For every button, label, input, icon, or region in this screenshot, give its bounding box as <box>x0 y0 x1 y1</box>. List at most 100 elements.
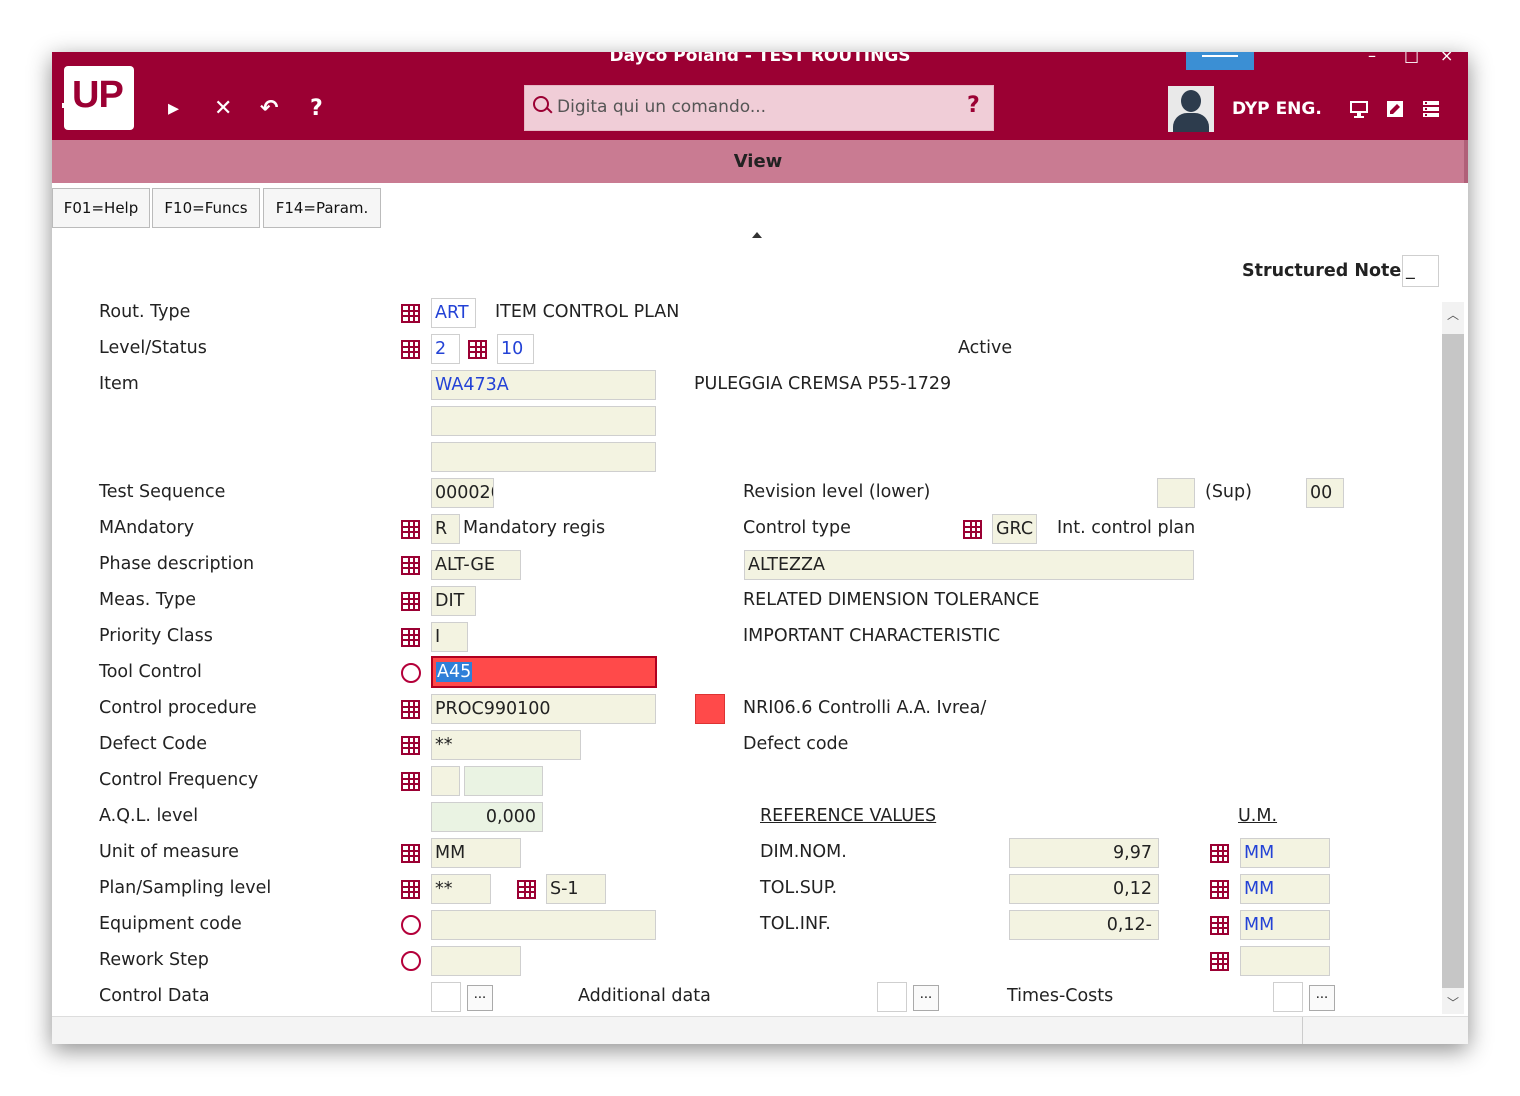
scroll-up-icon[interactable]: ︿ <box>1447 306 1459 323</box>
status-bar-divider <box>1302 1017 1303 1044</box>
lookup-grid-icon[interactable] <box>401 628 420 647</box>
control-frequency-field-2[interactable] <box>464 766 543 796</box>
phase-code-field[interactable]: ALT-GE <box>431 550 521 580</box>
times-costs-field[interactable] <box>1273 982 1303 1012</box>
lookup-circle-icon[interactable] <box>401 915 421 935</box>
tol-sup-um-field[interactable]: MM <box>1240 874 1330 904</box>
test-sequence-field[interactable]: 000020 <box>431 478 494 508</box>
f01-help-button[interactable]: F01=Help <box>52 188 150 228</box>
lookup-grid-icon[interactable] <box>1210 952 1229 971</box>
times-costs-more-button[interactable]: ... <box>1309 985 1335 1011</box>
avatar-head <box>1181 90 1201 112</box>
cancel-icon[interactable]: ✕ <box>214 96 232 121</box>
help-icon[interactable]: ? <box>310 96 323 121</box>
lookup-grid-icon[interactable] <box>401 772 420 791</box>
lookup-grid-icon[interactable] <box>401 304 420 323</box>
tol-inf-field[interactable]: 0,12- <box>1009 910 1159 940</box>
scrollbar-thumb[interactable] <box>1442 334 1464 988</box>
control-data-field[interactable] <box>431 982 461 1012</box>
maximize-button[interactable]: □ <box>1404 52 1419 65</box>
mandatory-desc: Mandatory regis <box>463 518 606 538</box>
dim-nom-field[interactable]: 9,97 <box>1009 838 1159 868</box>
unit-of-measure-label: Unit of measure <box>99 842 239 862</box>
lookup-grid-icon[interactable] <box>401 592 420 611</box>
priority-field[interactable]: I <box>431 622 468 652</box>
meas-type-field[interactable]: DIT <box>431 586 476 616</box>
lookup-grid-icon[interactable] <box>1210 916 1229 935</box>
rout-type-label: Rout. Type <box>99 302 191 322</box>
lookup-grid-icon[interactable] <box>401 700 420 719</box>
sampling-level-field[interactable]: S-1 <box>546 874 606 904</box>
tool-control-field[interactable]: A45 <box>431 656 657 688</box>
unit-of-measure-field[interactable]: MM <box>431 838 521 868</box>
mandatory-field[interactable]: R <box>431 514 460 544</box>
monitor-icon[interactable] <box>1350 100 1368 118</box>
phase-desc-field[interactable]: ALTEZZA <box>744 550 1194 580</box>
defect-code-label: Defect Code <box>99 734 208 754</box>
search-help-icon[interactable]: ? <box>967 93 980 118</box>
lookup-grid-icon[interactable] <box>1210 844 1229 863</box>
aql-label: A.Q.L. level <box>99 806 199 826</box>
item-field[interactable]: WA473A <box>431 370 656 400</box>
item-extra-field-1[interactable] <box>431 406 656 436</box>
menu-list-icon[interactable] <box>1422 100 1440 118</box>
item-extra-field-2[interactable] <box>431 442 656 472</box>
lookup-grid-icon[interactable] <box>401 844 420 863</box>
lookup-grid-icon[interactable] <box>401 520 420 539</box>
command-search-box[interactable]: Digita qui un comando... ? <box>524 85 994 131</box>
status-field[interactable]: 10 <box>497 334 534 364</box>
edit-icon[interactable] <box>1386 100 1404 118</box>
status-desc: Active <box>958 338 1013 358</box>
defect-code-field[interactable]: ** <box>431 730 581 760</box>
minimize-button[interactable]: – <box>1368 52 1376 65</box>
tol-sup-field[interactable]: 0,12 <box>1009 874 1159 904</box>
lookup-grid-icon[interactable] <box>401 340 420 359</box>
logo-dot <box>62 103 67 108</box>
close-window-button[interactable]: × <box>1440 52 1453 65</box>
rout-type-field[interactable]: ART <box>431 298 476 328</box>
f14-param-button[interactable]: F14=Param. <box>263 188 381 228</box>
avatar[interactable] <box>1168 86 1214 132</box>
priority-desc: IMPORTANT CHARACTERISTIC <box>743 626 1001 646</box>
control-frequency-field-1[interactable] <box>431 766 460 796</box>
additional-data-more-button[interactable]: ... <box>913 985 939 1011</box>
run-icon[interactable]: ▸ <box>168 96 179 121</box>
lookup-grid-icon[interactable] <box>1210 880 1229 899</box>
lookup-grid-icon[interactable] <box>401 556 420 575</box>
priority-label: Priority Class <box>99 626 213 646</box>
collapse-up-icon[interactable] <box>752 232 762 238</box>
search-input[interactable]: Digita qui un comando... <box>557 97 766 117</box>
f10-funcs-button[interactable]: F10=Funcs <box>152 188 260 228</box>
title-accent-line <box>1202 55 1238 57</box>
aql-field[interactable]: 0,000 <box>431 802 543 832</box>
dim-nom-um-field[interactable]: MM <box>1240 838 1330 868</box>
vertical-scrollbar[interactable]: ︿ ﹀ <box>1442 302 1464 1014</box>
meas-type-label: Meas. Type <box>99 590 197 610</box>
plan-field[interactable]: ** <box>431 874 491 904</box>
structured-notes-field[interactable]: _ <box>1402 255 1439 287</box>
lookup-grid-icon[interactable] <box>963 520 982 539</box>
control-data-more-button[interactable]: ... <box>467 985 493 1011</box>
item-desc: PULEGGIA CREMSA P55-1729 <box>694 374 952 394</box>
lookup-grid-icon[interactable] <box>517 880 536 899</box>
control-procedure-field[interactable]: PROC990100 <box>431 694 656 724</box>
revision-lower-field[interactable] <box>1157 478 1195 508</box>
extra-um-field[interactable] <box>1240 946 1330 976</box>
lookup-circle-icon[interactable] <box>401 663 421 683</box>
meas-type-desc: RELATED DIMENSION TOLERANCE <box>743 590 1040 610</box>
scroll-down-icon[interactable]: ﹀ <box>1447 994 1459 1011</box>
tol-inf-um-field[interactable]: MM <box>1240 910 1330 940</box>
equipment-code-field[interactable] <box>431 910 656 940</box>
lookup-grid-icon[interactable] <box>401 880 420 899</box>
lookup-grid-icon[interactable] <box>401 736 420 755</box>
lookup-circle-icon[interactable] <box>401 951 421 971</box>
undo-icon[interactable]: ↶ <box>260 96 278 121</box>
level-field[interactable]: 2 <box>431 334 460 364</box>
lookup-grid-icon[interactable] <box>468 340 487 359</box>
tol-sup-label: TOL.SUP. <box>760 878 838 898</box>
user-name[interactable]: DYP ENG. <box>1232 99 1322 119</box>
revision-sup-field[interactable]: 00 <box>1306 478 1344 508</box>
additional-data-field[interactable] <box>877 982 907 1012</box>
control-type-field[interactable]: GRC <box>992 514 1037 544</box>
rework-step-field[interactable] <box>431 946 521 976</box>
